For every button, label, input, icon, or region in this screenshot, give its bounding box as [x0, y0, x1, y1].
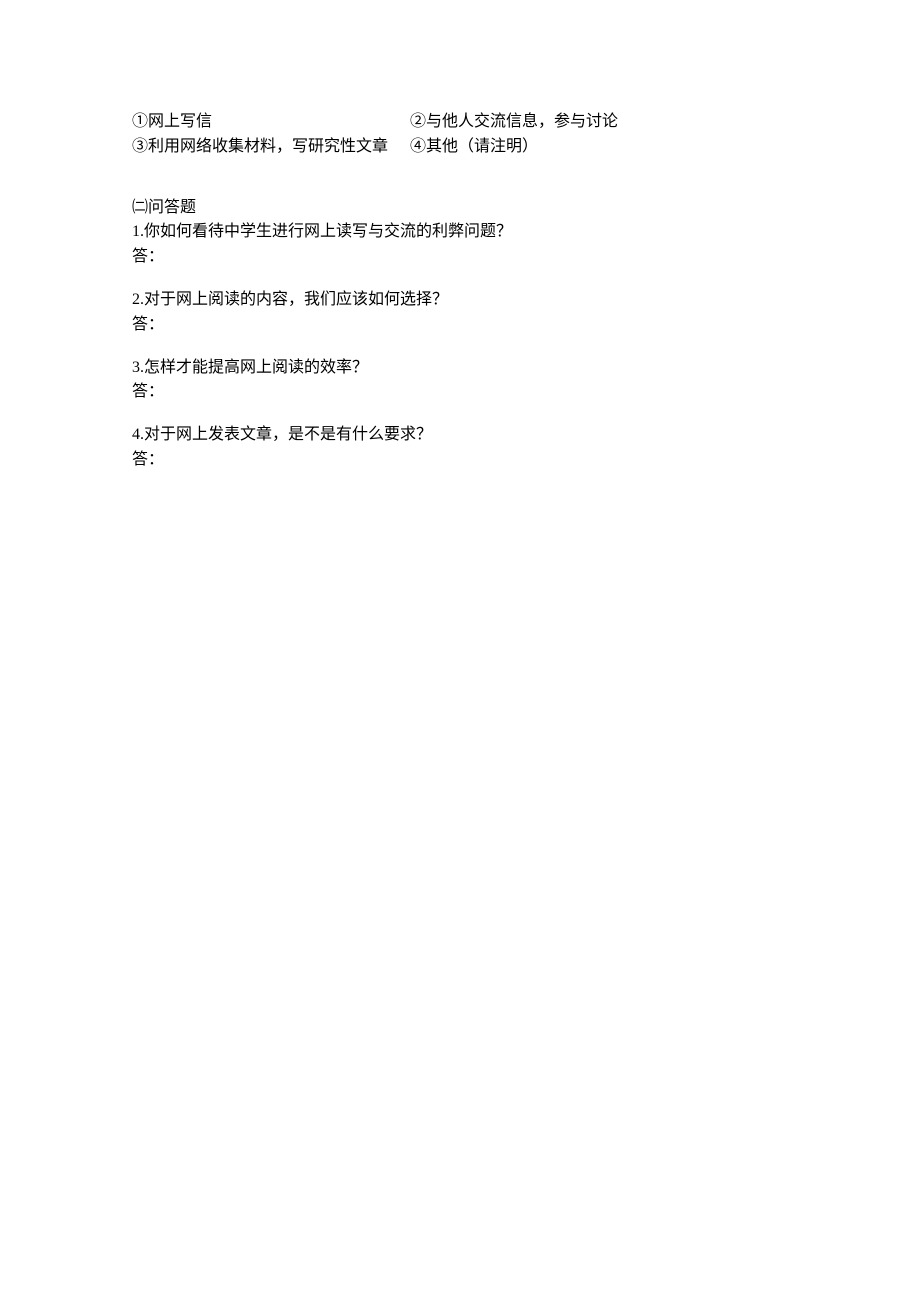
question-4-answer-label: 答： — [132, 448, 790, 473]
options-row-1: ①网上写信 ②与他人交流信息，参与讨论 — [132, 110, 790, 135]
options-row-2: ③利用网络收集材料，写研究性文章 ④其他（请注明） — [132, 135, 790, 160]
section-heading: ㈡问答题 — [132, 196, 790, 221]
option-3: ③利用网络收集材料，写研究性文章 — [132, 135, 410, 160]
question-1-text: 1.你如何看待中学生进行网上读写与交流的利弊问题？ — [132, 220, 790, 245]
question-4: 4.对于网上发表文章，是不是有什么要求？ 答： — [132, 423, 790, 473]
question-2: 2.对于网上阅读的内容，我们应该如何选择？ 答： — [132, 288, 790, 338]
option-2: ②与他人交流信息，参与讨论 — [410, 110, 790, 135]
question-2-text: 2.对于网上阅读的内容，我们应该如何选择？ — [132, 288, 790, 313]
question-1-answer-label: 答： — [132, 245, 790, 270]
option-4: ④其他（请注明） — [410, 135, 790, 160]
question-3-answer-label: 答： — [132, 380, 790, 405]
question-3-text: 3.怎样才能提高网上阅读的效率？ — [132, 356, 790, 381]
question-4-text: 4.对于网上发表文章，是不是有什么要求？ — [132, 423, 790, 448]
question-1: 1.你如何看待中学生进行网上读写与交流的利弊问题？ 答： — [132, 220, 790, 270]
question-2-answer-label: 答： — [132, 313, 790, 338]
option-1: ①网上写信 — [132, 110, 410, 135]
question-3: 3.怎样才能提高网上阅读的效率？ 答： — [132, 356, 790, 406]
document-page: ①网上写信 ②与他人交流信息，参与讨论 ③利用网络收集材料，写研究性文章 ④其他… — [0, 0, 920, 473]
